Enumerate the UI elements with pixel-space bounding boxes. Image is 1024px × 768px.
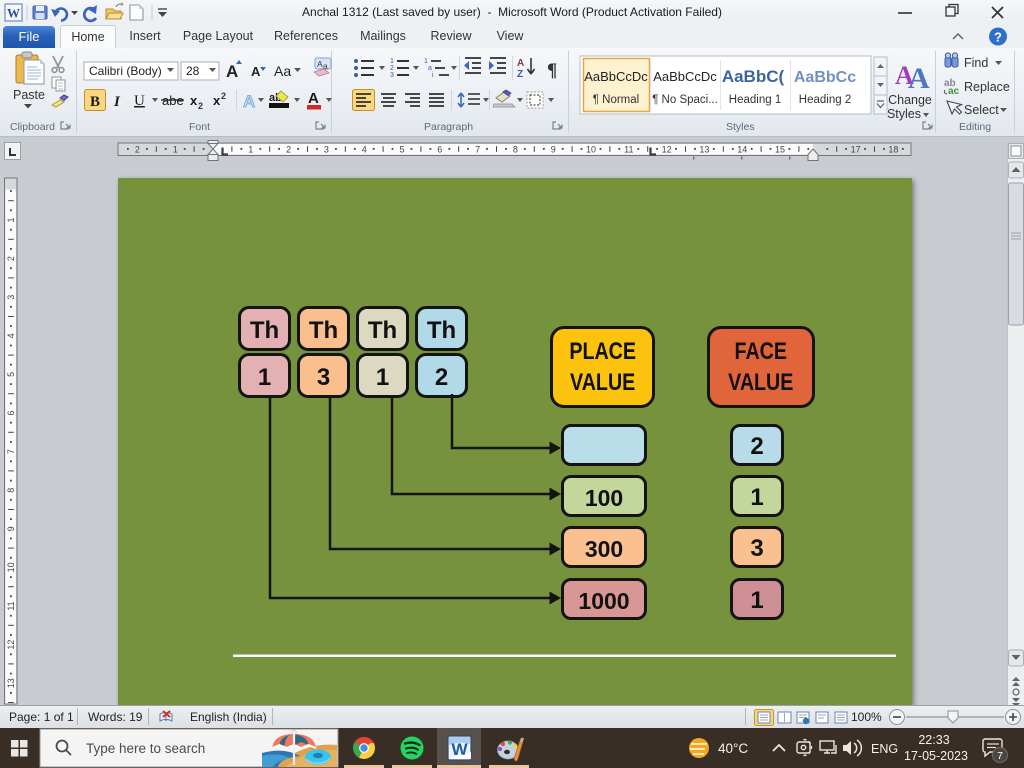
svg-text:x: x [190, 93, 198, 108]
svg-text:1: 1 [424, 58, 428, 65]
svg-text:Replace: Replace [964, 80, 1010, 94]
svg-text:10: 10 [6, 562, 16, 572]
svg-text:Page: 1 of 1: Page: 1 of 1 [9, 710, 74, 724]
svg-text:11: 11 [6, 601, 16, 610]
svg-text:Words: 19: Words: 19 [88, 710, 143, 724]
svg-text:a: a [428, 65, 432, 72]
svg-text:12: 12 [662, 145, 672, 155]
svg-text:¶ Normal: ¶ Normal [593, 94, 639, 106]
svg-text:Heading 2: Heading 2 [799, 94, 851, 106]
svg-text:Change: Change [888, 93, 932, 107]
svg-text:17: 17 [851, 145, 861, 155]
svg-text:9: 9 [6, 526, 16, 531]
svg-text:4: 4 [6, 333, 16, 338]
svg-text:Find: Find [964, 56, 988, 70]
svg-text:A: A [308, 90, 319, 107]
svg-text:6: 6 [6, 410, 16, 415]
svg-text:8: 8 [6, 488, 16, 493]
svg-text:15: 15 [775, 145, 785, 155]
svg-text:x: x [213, 93, 221, 108]
svg-text:3: 3 [390, 72, 394, 79]
svg-text:100%: 100% [851, 710, 882, 724]
svg-text:Styles: Styles [726, 121, 755, 133]
svg-text:Clipboard: Clipboard [10, 121, 55, 133]
svg-text:Heading 1: Heading 1 [729, 94, 781, 106]
svg-text:9: 9 [551, 145, 556, 155]
svg-text:A: A [251, 64, 261, 79]
svg-text:W: W [7, 6, 20, 21]
svg-text:1: 1 [173, 145, 178, 155]
svg-text:28: 28 [186, 64, 200, 78]
svg-text:A: A [908, 62, 930, 95]
svg-text:Type here to search: Type here to search [86, 741, 205, 756]
svg-text:Calibri (Body): Calibri (Body) [89, 64, 162, 78]
svg-text:1: 1 [248, 145, 253, 155]
svg-text:U: U [134, 93, 145, 109]
svg-text:i: i [432, 72, 434, 79]
svg-text:AaBbCcDc: AaBbCcDc [584, 69, 648, 84]
svg-text:7: 7 [475, 145, 480, 155]
svg-text:1: 1 [390, 58, 394, 65]
svg-text:2: 2 [390, 65, 394, 72]
svg-text:AaBbC(: AaBbC( [722, 67, 785, 86]
svg-text:12: 12 [6, 640, 16, 650]
svg-text:A: A [243, 92, 255, 111]
svg-text:5: 5 [6, 372, 16, 377]
svg-text:5: 5 [399, 145, 404, 155]
svg-text:Select: Select [964, 103, 999, 117]
svg-text:10: 10 [586, 145, 596, 155]
svg-text:?: ? [994, 30, 1002, 45]
svg-text:7: 7 [997, 750, 1003, 762]
svg-text:A: A [517, 58, 524, 69]
svg-text:11: 11 [624, 145, 633, 155]
svg-text:4: 4 [362, 145, 367, 155]
svg-text:13: 13 [699, 145, 709, 155]
svg-text:2: 2 [221, 91, 226, 101]
svg-text:8: 8 [513, 145, 518, 155]
svg-text:2: 2 [6, 256, 16, 261]
svg-text:I: I [113, 94, 121, 110]
svg-text:40°C: 40°C [718, 741, 748, 756]
svg-text:7: 7 [6, 449, 16, 454]
svg-text:ac: ac [948, 86, 960, 97]
svg-text:18: 18 [888, 145, 898, 155]
svg-text:¶ No Spaci...: ¶ No Spaci... [652, 94, 718, 106]
svg-text:Editing: Editing [959, 121, 991, 133]
svg-text:B: B [90, 94, 100, 110]
svg-text:3: 3 [6, 295, 16, 300]
svg-text:2: 2 [198, 101, 203, 111]
svg-text:Z: Z [517, 69, 523, 80]
svg-text:13: 13 [6, 678, 16, 688]
svg-text:Styles: Styles [887, 107, 921, 121]
svg-text:6: 6 [437, 145, 442, 155]
svg-text:2: 2 [135, 145, 140, 155]
svg-text:¶: ¶ [547, 60, 557, 81]
svg-text:22:33: 22:33 [918, 733, 949, 747]
svg-text:1: 1 [6, 217, 16, 222]
svg-text:14: 14 [737, 145, 747, 155]
svg-text:17-05-2023: 17-05-2023 [904, 749, 968, 763]
svg-text:AaBbCc: AaBbCc [794, 69, 856, 86]
svg-text:ENG: ENG [871, 742, 898, 756]
svg-text:3: 3 [324, 145, 329, 155]
svg-text:Font: Font [189, 121, 210, 133]
svg-text:A: A [226, 62, 238, 81]
svg-text:AaBbCcDc: AaBbCcDc [653, 69, 717, 84]
svg-text:English (India): English (India) [190, 710, 267, 724]
svg-text:Paste: Paste [13, 88, 45, 102]
svg-text:2: 2 [286, 145, 291, 155]
svg-text:Paragraph: Paragraph [424, 121, 473, 133]
svg-text:Aa: Aa [274, 63, 291, 79]
